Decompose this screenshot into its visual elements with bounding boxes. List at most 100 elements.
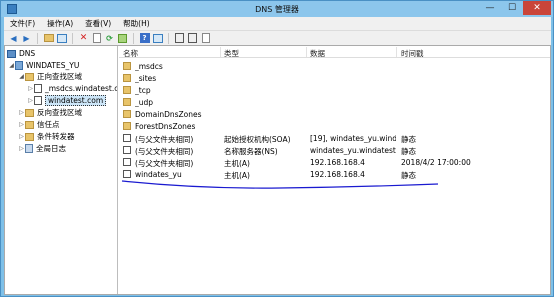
log-icon bbox=[25, 144, 33, 153]
folder-icon bbox=[25, 132, 34, 141]
window-title: DNS 管理器 bbox=[255, 5, 299, 14]
zone-icon bbox=[34, 96, 42, 105]
chevron-down-icon[interactable]: ◢ bbox=[8, 62, 15, 69]
item-name: ForestDnsZones bbox=[135, 122, 196, 131]
tree-label: windatest.com bbox=[45, 95, 107, 106]
toolbar-separator bbox=[37, 32, 38, 44]
records-list: 名称 类型 数据 时间戳 _msdcs _sites _tcp _udp Dom… bbox=[119, 46, 550, 294]
content-area: DNS ◢ WINDATES_YU ◢ 正向查找区域 ▷ _msdcs.wind… bbox=[4, 45, 551, 295]
record-icon bbox=[123, 158, 131, 166]
folder-icon bbox=[25, 72, 34, 81]
dns-icon bbox=[7, 49, 16, 58]
tree-label: 反向查找区域 bbox=[37, 108, 82, 117]
column-divider[interactable] bbox=[396, 47, 397, 57]
tree-item-reverse-zone[interactable]: ▷ 反向查找区域 bbox=[18, 107, 82, 118]
minimize-button[interactable]: — bbox=[479, 1, 501, 15]
up-folder-icon[interactable] bbox=[43, 33, 54, 44]
table-row[interactable]: (与父文件夹相同) 主机(A) 192.168.168.4 2018/4/2 1… bbox=[119, 156, 550, 168]
tree-item-msdcs-zone[interactable]: ▷ _msdcs.windatest.c bbox=[27, 83, 118, 94]
item-name: _tcp bbox=[135, 86, 151, 95]
folder-icon bbox=[123, 110, 131, 118]
chevron-right-icon[interactable]: ▷ bbox=[27, 97, 34, 104]
tree-label: 正向查找区域 bbox=[37, 72, 82, 81]
menu-file[interactable]: 文件(F) bbox=[4, 18, 41, 29]
tree-label: 信任点 bbox=[37, 120, 60, 129]
column-header-type[interactable]: 类型 bbox=[224, 48, 239, 59]
folder-icon bbox=[123, 62, 131, 70]
record-data: 192.168.168.4 bbox=[310, 158, 365, 167]
export-list-icon[interactable] bbox=[117, 33, 128, 44]
column-header-timestamp[interactable]: 时间戳 bbox=[401, 48, 424, 59]
detail-view-icon[interactable] bbox=[187, 33, 198, 44]
list-item[interactable]: DomainDnsZones bbox=[119, 108, 550, 120]
menu-bar: 文件(F) 操作(A) 查看(V) 帮助(H) bbox=[4, 17, 551, 30]
column-header-name[interactable]: 名称 bbox=[123, 48, 138, 59]
menu-view[interactable]: 查看(V) bbox=[79, 18, 117, 29]
tree-item-forward-zone[interactable]: ◢ 正向查找区域 bbox=[18, 71, 82, 82]
tree-label: 条件转发器 bbox=[37, 132, 75, 141]
refresh-icon[interactable]: ⟳ bbox=[104, 33, 115, 44]
menu-help[interactable]: 帮助(H) bbox=[117, 18, 156, 29]
forward-icon[interactable]: ▶ bbox=[21, 33, 32, 44]
record-name: windates_yu bbox=[135, 170, 182, 179]
table-row[interactable]: (与父文件夹相同) 名称服务器(NS) windates_yu.windates… bbox=[119, 144, 550, 156]
console-tree: DNS ◢ WINDATES_YU ◢ 正向查找区域 ▷ _msdcs.wind… bbox=[5, 46, 118, 294]
folder-icon bbox=[123, 98, 131, 106]
item-name: _msdcs bbox=[135, 62, 163, 71]
list-view-icon[interactable] bbox=[174, 33, 185, 44]
list-header: 名称 类型 数据 时间戳 bbox=[119, 46, 550, 58]
annotation-underline bbox=[121, 180, 439, 189]
title-bar[interactable]: DNS 管理器 — ☐ ✕ bbox=[1, 1, 553, 17]
help-icon[interactable]: ? bbox=[139, 33, 150, 44]
tree-label: _msdcs.windatest.c bbox=[45, 84, 118, 93]
record-data: 192.168.168.4 bbox=[310, 170, 365, 179]
list-item[interactable]: _udp bbox=[119, 96, 550, 108]
small-icons-icon[interactable] bbox=[200, 33, 211, 44]
table-row[interactable]: (与父文件夹相同) 起始授权机构(SOA) [19], windates_yu.… bbox=[119, 132, 550, 144]
tree-label: DNS bbox=[19, 49, 36, 58]
folder-icon bbox=[123, 86, 131, 94]
list-item[interactable]: _msdcs bbox=[119, 60, 550, 72]
chevron-right-icon[interactable]: ▷ bbox=[18, 109, 25, 116]
record-icon bbox=[123, 146, 131, 154]
chevron-right-icon[interactable]: ▷ bbox=[18, 133, 25, 140]
chevron-right-icon[interactable]: ▷ bbox=[18, 145, 25, 152]
folder-icon bbox=[123, 122, 131, 130]
tree-item-dns[interactable]: DNS bbox=[7, 48, 35, 59]
column-divider[interactable] bbox=[220, 47, 221, 57]
maximize-button[interactable]: ☐ bbox=[501, 1, 523, 15]
column-divider[interactable] bbox=[306, 47, 307, 57]
properties-icon[interactable] bbox=[91, 33, 102, 44]
column-header-data[interactable]: 数据 bbox=[310, 48, 325, 59]
list-item[interactable]: ForestDnsZones bbox=[119, 120, 550, 132]
chevron-right-icon[interactable]: ▷ bbox=[27, 85, 34, 92]
tree-item-server[interactable]: ◢ WINDATES_YU bbox=[8, 60, 79, 71]
toolbar-separator bbox=[168, 32, 169, 44]
tree-label: 全局日志 bbox=[36, 144, 66, 153]
folder-icon bbox=[25, 108, 34, 117]
back-icon[interactable]: ◀ bbox=[8, 33, 19, 44]
record-data: [19], windates_yu.windat... bbox=[310, 134, 396, 143]
menu-action[interactable]: 操作(A) bbox=[41, 18, 79, 29]
chevron-right-icon[interactable]: ▷ bbox=[18, 121, 25, 128]
console-icon[interactable] bbox=[152, 33, 163, 44]
tree-label: WINDATES_YU bbox=[26, 61, 80, 70]
list-item[interactable]: _sites bbox=[119, 72, 550, 84]
chevron-down-icon[interactable]: ◢ bbox=[18, 73, 25, 80]
item-name: _udp bbox=[135, 98, 154, 107]
folder-icon bbox=[123, 74, 131, 82]
record-icon bbox=[123, 134, 131, 142]
tree-item-global-logs[interactable]: ▷ 全局日志 bbox=[18, 143, 66, 154]
show-tree-icon[interactable] bbox=[56, 33, 67, 44]
tree-item-trust-points[interactable]: ▷ 信任点 bbox=[18, 119, 60, 130]
close-button[interactable]: ✕ bbox=[523, 1, 551, 15]
list-item[interactable]: _tcp bbox=[119, 84, 550, 96]
record-icon bbox=[123, 170, 131, 178]
record-timestamp: 2018/4/2 17:00:00 bbox=[401, 158, 471, 167]
item-name: DomainDnsZones bbox=[135, 110, 202, 119]
tree-item-conditional-forwarders[interactable]: ▷ 条件转发器 bbox=[18, 131, 75, 142]
tree-item-windatest-zone[interactable]: ▷ windatest.com bbox=[27, 95, 107, 106]
delete-icon[interactable]: ✕ bbox=[78, 33, 89, 44]
toolbar-separator bbox=[72, 32, 73, 44]
toolbar: ◀ ▶ ✕ ⟳ ? bbox=[4, 30, 551, 45]
